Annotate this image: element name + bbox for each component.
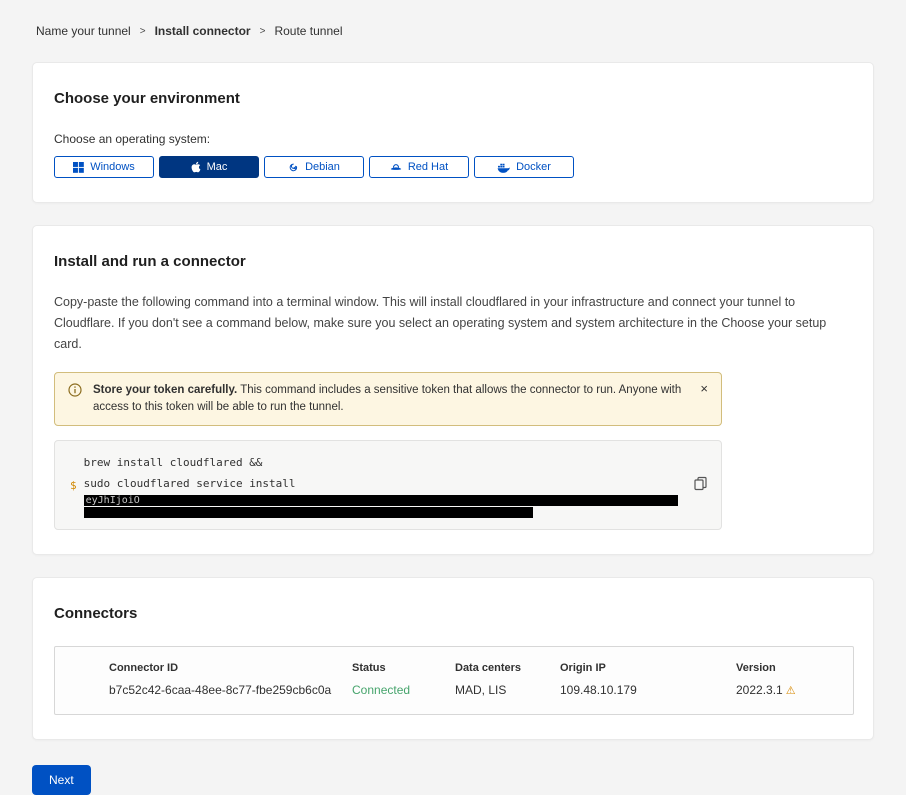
os-button-group: Windows Mac Debian Red Hat: [54, 156, 852, 178]
os-button-label: Docker: [516, 161, 551, 173]
alert-bold-text: Store your token carefully.: [93, 384, 237, 396]
token-prefix: eyJhIjoiO: [86, 495, 140, 506]
shell-prompt: $: [70, 479, 77, 492]
breadcrumb-step-name-your-tunnel[interactable]: Name your tunnel: [36, 24, 131, 38]
environment-card-title: Choose your environment: [54, 90, 852, 107]
os-button-label: Red Hat: [408, 161, 448, 173]
os-button-label: Windows: [90, 161, 135, 173]
tunnel-setup-page: Name your tunnel > Install connector > R…: [0, 0, 906, 795]
os-button-debian[interactable]: Debian: [264, 156, 364, 178]
breadcrumb-separator: >: [260, 26, 266, 37]
command-line-2: sudo cloudflared service install: [84, 473, 681, 494]
token-warning-alert: Store your token carefully. This command…: [54, 372, 722, 426]
os-button-redhat[interactable]: Red Hat: [369, 156, 469, 178]
column-header-origin-ip: Origin IP: [560, 662, 736, 674]
connectors-table: Connector ID Status Data centers Origin …: [54, 646, 854, 715]
os-button-docker[interactable]: Docker: [474, 156, 574, 178]
redacted-token-line-2: [84, 507, 533, 518]
command-line-1: brew install cloudflared &&: [84, 452, 681, 473]
version-value: 2022.3.1⚠: [736, 683, 843, 697]
choose-environment-card: Choose your environment Choose an operat…: [32, 62, 874, 203]
data-centers-value: MAD, LIS: [455, 683, 560, 697]
breadcrumb: Name your tunnel > Install connector > R…: [36, 24, 874, 38]
redacted-token-line-1: eyJhIjoiO: [84, 495, 678, 506]
install-card-description: Copy-paste the following command into a …: [54, 292, 850, 355]
info-icon: [68, 383, 82, 403]
command-lines: brew install cloudflared && sudo cloudfl…: [84, 452, 681, 518]
column-header-connector-id: Connector ID: [109, 662, 352, 674]
apple-icon: [191, 161, 201, 173]
os-button-mac[interactable]: Mac: [159, 156, 259, 178]
status-badge: Connected: [352, 683, 455, 697]
redhat-icon: [390, 162, 402, 173]
os-select-label: Choose an operating system:: [54, 132, 852, 146]
breadcrumb-separator: >: [140, 26, 146, 37]
origin-ip-value: 109.48.10.179: [560, 683, 736, 697]
os-button-windows[interactable]: Windows: [54, 156, 154, 178]
column-header-status: Status: [352, 662, 455, 674]
connectors-card-title: Connectors: [54, 605, 852, 622]
install-command-codeblock: $ brew install cloudflared && sudo cloud…: [54, 440, 722, 530]
connector-id-value: b7c52c42-6caa-48ee-8c77-fbe259cb6c0a: [109, 683, 352, 697]
warning-triangle-icon: ⚠: [786, 685, 796, 697]
windows-icon: [73, 162, 84, 173]
close-icon[interactable]: ×: [700, 381, 708, 396]
breadcrumb-step-route-tunnel[interactable]: Route tunnel: [274, 24, 342, 38]
next-button[interactable]: Next: [32, 765, 91, 795]
debian-icon: [288, 162, 299, 173]
connectors-card: Connectors Connector ID Status Data cent…: [32, 577, 874, 740]
os-button-label: Debian: [305, 161, 340, 173]
copy-icon[interactable]: [692, 475, 709, 496]
install-connector-card: Install and run a connector Copy-paste t…: [32, 225, 874, 555]
docker-icon: [497, 162, 510, 173]
install-card-title: Install and run a connector: [54, 253, 852, 270]
breadcrumb-step-install-connector[interactable]: Install connector: [155, 24, 251, 38]
column-header-version: Version: [736, 662, 843, 674]
column-header-data-centers: Data centers: [455, 662, 560, 674]
os-button-label: Mac: [207, 161, 228, 173]
